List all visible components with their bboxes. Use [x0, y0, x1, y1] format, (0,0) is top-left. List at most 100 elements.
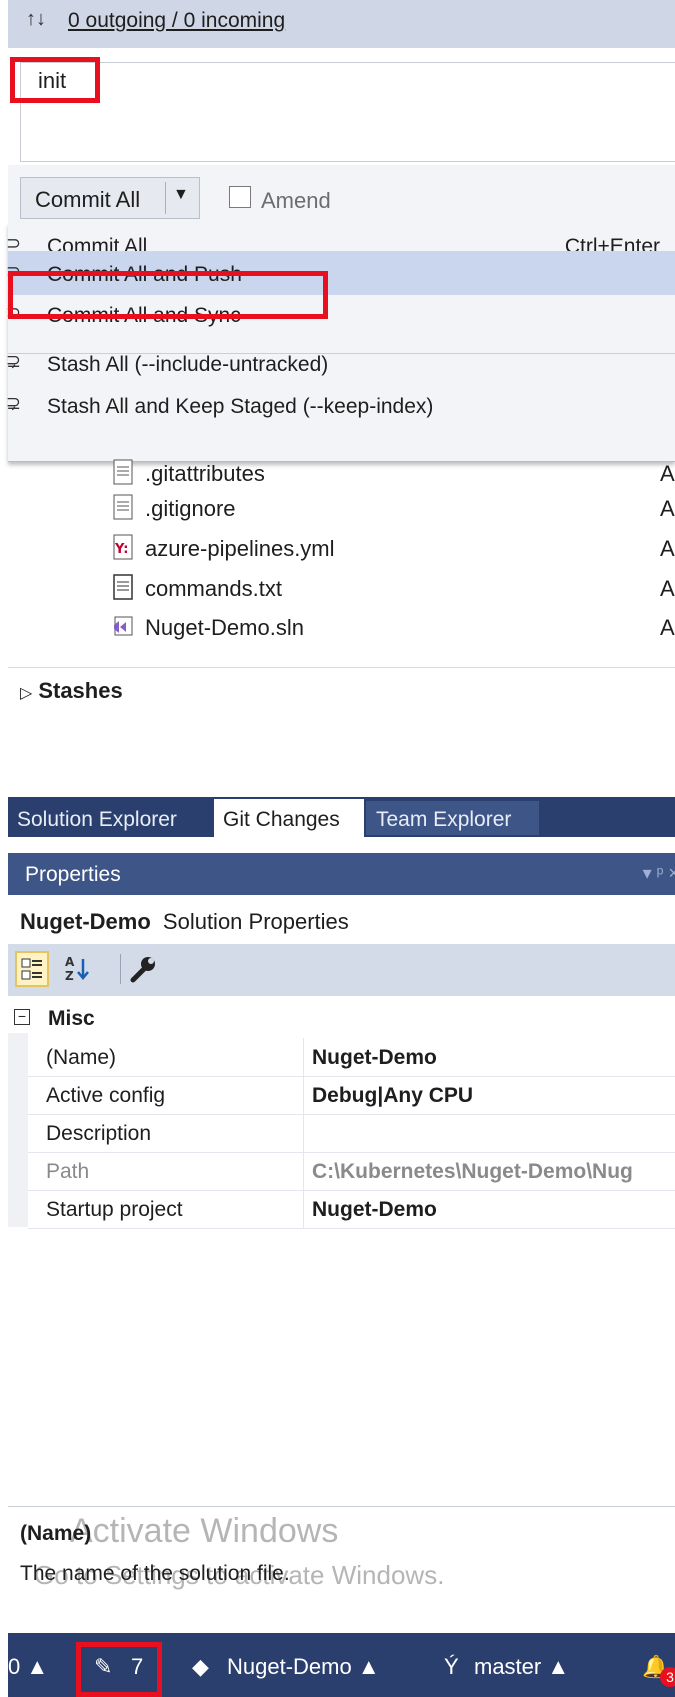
branch-name[interactable]: master ▲ [474, 1654, 569, 1680]
property-value: C:\Kubernetes\Nuget-Demo\Nug [312, 1160, 633, 1183]
description-divider [8, 1506, 675, 1507]
file-status: A [660, 536, 675, 561]
tab-label: Team Explorer [376, 808, 512, 831]
column-separator [303, 1152, 304, 1190]
tab-git-changes[interactable]: Git Changes [214, 799, 364, 837]
property-name: Startup project [46, 1198, 183, 1221]
commit-all-button[interactable]: Commit All ▼ [20, 177, 200, 219]
menu-item-stash-all[interactable]: ⊋ Stash All (--include-untracked) [6, 341, 675, 385]
properties-header: Properties ▾ ᵖ × [8, 853, 675, 895]
tab-solution-explorer[interactable]: Solution Explorer [8, 801, 200, 835]
wrench-icon [130, 957, 155, 983]
menu-item-label: Stash All and Keep Staged (--keep-index) [47, 395, 434, 418]
tool-window-tabs: Solution Explorer Git Changes Team Explo… [8, 797, 675, 837]
text-file-icon [113, 494, 133, 520]
branch-icon: Ý [444, 1654, 459, 1679]
file-name: azure-pipelines.yml [145, 536, 335, 561]
commit-all-label: Commit All [35, 187, 141, 212]
property-row-startup-project[interactable]: Startup project Nuget-Demo [28, 1190, 675, 1229]
stashes-section[interactable]: ▷ Stashes [20, 678, 123, 704]
property-value[interactable]: Debug|Any CPU [312, 1084, 473, 1108]
column-separator [303, 1114, 304, 1152]
highlight-commit-and-push [8, 271, 328, 319]
property-name: Description [46, 1122, 152, 1145]
property-name: Path [46, 1160, 90, 1183]
alphabetical-sort-button[interactable]: AZ [62, 951, 96, 987]
amend-label[interactable]: Amend [261, 188, 331, 214]
stashes-label: Stashes [38, 678, 123, 703]
property-name: Active config [46, 1084, 166, 1107]
notification-count-badge: 3 [660, 1667, 675, 1687]
subject-type: Solution Properties [162, 909, 349, 934]
property-value[interactable]: Nuget-Demo [312, 1046, 437, 1070]
toolbar-separator [120, 954, 121, 984]
properties-subject: Nuget-Demo Solution Properties [20, 909, 349, 935]
svg-text:Y:: Y: [114, 542, 128, 557]
properties-toolbar: AZ [8, 944, 675, 996]
file-name: commands.txt [145, 576, 282, 601]
amend-checkbox[interactable] [229, 186, 251, 208]
section-divider [8, 667, 675, 668]
sync-arrows-icon: ↑↓ [26, 8, 46, 30]
description-title: (Name) [20, 1522, 92, 1545]
text-file-icon [113, 574, 133, 600]
column-separator [303, 1038, 304, 1076]
categorized-icon [21, 958, 42, 980]
categorized-view-button[interactable] [15, 951, 49, 987]
property-row-active-config[interactable]: Active config Debug|Any CPU [28, 1076, 675, 1115]
file-status: A [660, 576, 675, 601]
highlight-pending-changes [76, 1642, 162, 1697]
sync-status-bar: ↑↓ 0 outgoing / 0 incoming [8, 0, 675, 48]
file-name: .gitattributes [145, 461, 265, 486]
text-file-icon [113, 459, 133, 485]
property-value[interactable]: Nuget-Demo [312, 1198, 437, 1222]
status-outgoing[interactable]: 0 ▲ [8, 1654, 48, 1680]
svg-text:Z: Z [65, 969, 74, 983]
grid-margin [8, 1033, 28, 1227]
column-separator [303, 1190, 304, 1228]
description-text: The name of the solution file. [20, 1562, 290, 1585]
property-name: (Name) [46, 1046, 117, 1069]
properties-title: Properties [25, 863, 121, 886]
menu-item-stash-keep-staged[interactable]: ⊋ Stash All and Keep Staged (--keep-inde… [6, 383, 675, 427]
tab-label: Solution Explorer [17, 808, 177, 831]
tab-team-explorer[interactable]: Team Explorer [366, 801, 539, 835]
file-row[interactable]: .gitignore A [0, 490, 675, 526]
file-row[interactable]: commands.txt A [0, 570, 675, 606]
yaml-file-icon: Y: [113, 534, 133, 560]
property-pages-button[interactable] [126, 951, 160, 987]
chevron-down-icon[interactable]: ▼ [173, 186, 189, 204]
highlight-commit-message [10, 57, 100, 103]
tab-label: Git Changes [223, 808, 340, 831]
solution-file-icon [114, 616, 133, 636]
svg-text:A: A [65, 955, 75, 969]
menu-item-label: Stash All (--include-untracked) [47, 353, 329, 376]
activation-watermark-title: Activate Windows [70, 1512, 339, 1550]
property-row-path[interactable]: Path C:\Kubernetes\Nuget-Demo\Nug [28, 1152, 675, 1191]
sync-status-link[interactable]: 0 outgoing / 0 incoming [68, 9, 285, 33]
window-controls-icon[interactable]: ▾ ᵖ × [643, 863, 675, 884]
file-name: .gitignore [145, 496, 236, 521]
file-row[interactable]: .gitattributes A [0, 455, 675, 491]
file-status: A [660, 496, 675, 521]
subject-name: Nuget-Demo [20, 909, 151, 934]
commit-message-box[interactable] [20, 62, 675, 162]
column-separator [303, 1076, 304, 1114]
file-status: A [660, 461, 675, 486]
commit-dropdown-menu: ⊃ Commit All Ctrl+Enter ⊃ Commit All and… [6, 223, 675, 462]
category-label: Misc [48, 1007, 95, 1030]
file-name: Nuget-Demo.sln [145, 615, 304, 640]
split-button-separator [165, 182, 166, 214]
repository-icon: ◆ [192, 1654, 209, 1679]
expand-triangle-icon[interactable]: ▷ [20, 685, 32, 702]
file-row[interactable]: Y: azure-pipelines.yml A [0, 530, 675, 566]
collapse-icon[interactable]: − [14, 1009, 30, 1025]
file-row[interactable]: Nuget-Demo.sln A [0, 609, 675, 645]
repository-name[interactable]: Nuget-Demo ▲ [227, 1654, 380, 1680]
property-row-name[interactable]: (Name) Nuget-Demo [28, 1038, 675, 1077]
property-row-description[interactable]: Description [28, 1114, 675, 1153]
stash-icon: ⊋ [6, 351, 22, 371]
file-status: A [660, 615, 675, 640]
category-misc[interactable]: − Misc [8, 1001, 675, 1035]
stash-keep-icon: ⊋ [6, 393, 22, 413]
